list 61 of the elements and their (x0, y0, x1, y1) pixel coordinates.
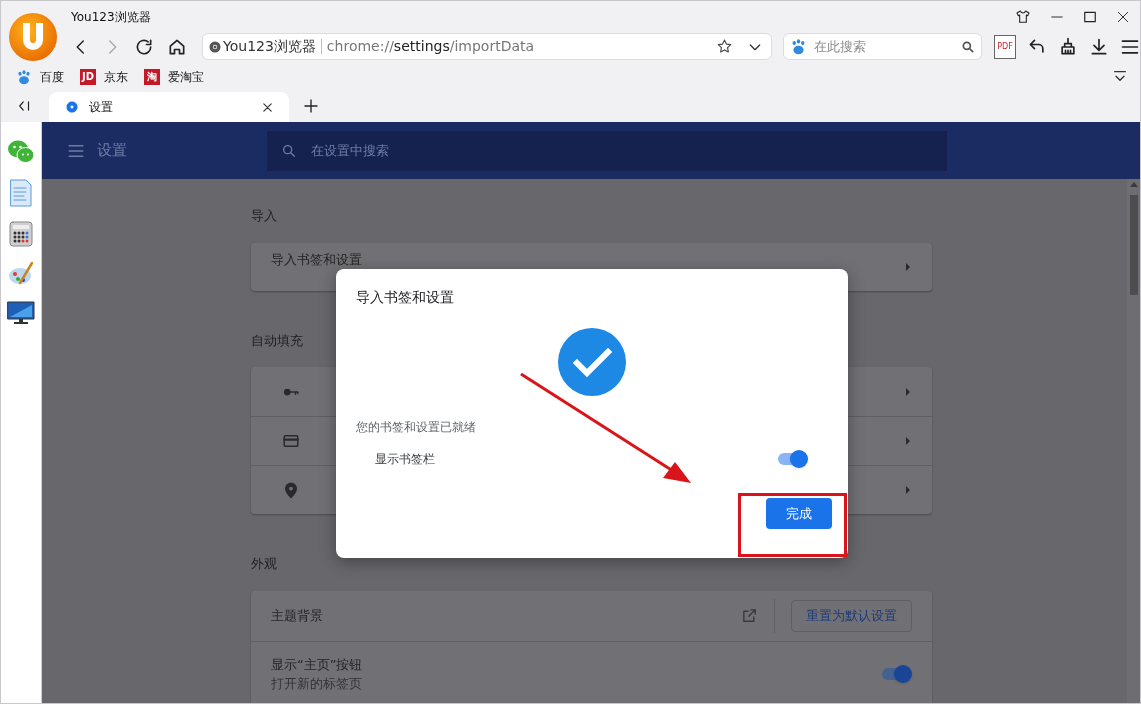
row-label: 显示“主页”按钮 (271, 655, 363, 674)
settings-search-field[interactable]: 在设置中搜索 (267, 130, 947, 171)
address-bar[interactable]: You123浏览器 chrome://settings/importData (202, 33, 772, 60)
globe-icon (209, 40, 221, 53)
close-icon[interactable] (262, 101, 273, 113)
calculator-icon[interactable] (9, 221, 33, 247)
paw-icon (16, 68, 32, 85)
location-pin-icon (282, 481, 300, 499)
site-badge: 淘 (144, 68, 160, 85)
credit-card-icon (282, 432, 300, 450)
chat-bubbles-icon[interactable] (7, 139, 35, 165)
browser-tab[interactable]: 设置 (49, 92, 289, 122)
paint-palette-icon[interactable] (8, 261, 34, 287)
bookmark-item[interactable]: JD 京东 (80, 67, 128, 86)
document-icon[interactable] (9, 179, 33, 207)
caret-right-icon[interactable] (904, 485, 912, 495)
toggle-switch[interactable] (776, 450, 808, 468)
bookmark-label: 爱淘宝 (168, 68, 204, 86)
section-title: 导入 (251, 207, 277, 225)
scrollbar-thumb[interactable] (1129, 195, 1138, 295)
row-sublabel: 打开新的标签页 (271, 675, 363, 693)
shirt-icon[interactable] (1015, 8, 1031, 25)
section-title: 自动填充 (251, 331, 303, 350)
site-name: You123浏览器 (223, 37, 316, 56)
collapse-sidebar-icon[interactable] (18, 99, 32, 113)
search-icon[interactable] (961, 39, 975, 54)
paw-icon (790, 38, 807, 55)
section-title: 外观 (251, 555, 277, 573)
monitor-icon[interactable] (7, 301, 35, 325)
site-badge: JD (80, 68, 96, 85)
caret-right-icon[interactable] (904, 386, 912, 397)
caret-right-icon[interactable] (904, 261, 912, 272)
browser-logo[interactable] (8, 12, 58, 62)
window-title: You123浏览器 (71, 9, 151, 26)
scrollbar[interactable] (1127, 179, 1140, 703)
close-icon[interactable] (1116, 9, 1130, 24)
url-text: chrome://settings/importData (326, 37, 535, 56)
star-icon[interactable] (716, 38, 733, 55)
caret-right-icon[interactable] (904, 436, 912, 446)
success-check-icon (558, 328, 626, 396)
broom-icon[interactable] (1058, 36, 1078, 57)
download-icon[interactable] (1089, 36, 1109, 57)
maximize-icon[interactable] (1083, 9, 1097, 24)
pdf-button[interactable]: PDF (994, 34, 1016, 59)
search-icon[interactable] (281, 142, 297, 159)
done-button[interactable]: 完成 (766, 498, 832, 529)
dialog-message: 您的书签和设置已就绪 (356, 419, 477, 436)
new-tab-icon[interactable] (303, 98, 319, 114)
bookmark-label: 京东 (104, 68, 128, 86)
dialog-title: 导入书签和设置 (356, 288, 455, 307)
bookmark-label: 百度 (40, 68, 64, 86)
toggle-label: 显示书签栏 (375, 451, 435, 468)
row-label: 导入书签和设置 (271, 250, 362, 269)
settings-row[interactable]: 导入书签和设置 (251, 242, 932, 291)
search-field[interactable]: 在此搜索 (783, 33, 982, 60)
settings-title: 设置 (97, 140, 127, 162)
bookmark-item[interactable]: 百度 (16, 67, 64, 86)
row-label: 主题背景 (271, 606, 323, 625)
bookmark-item[interactable]: 淘 爱淘宝 (144, 67, 204, 86)
search-placeholder: 在此搜索 (814, 37, 867, 56)
toggle-switch[interactable] (880, 665, 912, 683)
